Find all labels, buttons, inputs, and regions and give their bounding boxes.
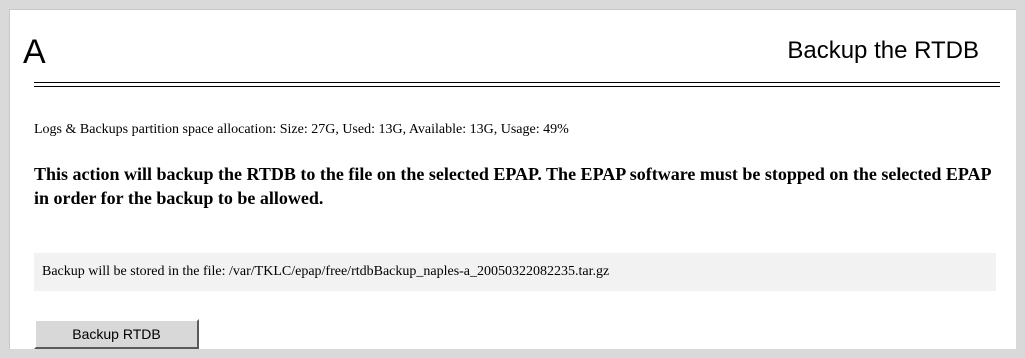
partition-space-info: Logs & Backups partition space allocatio… xyxy=(34,122,569,137)
backup-file-path: Backup will be stored in the file: /var/… xyxy=(42,264,610,279)
backup-rtdb-button[interactable]: Backup RTDB xyxy=(34,319,199,349)
page-title: Backup the RTDB xyxy=(787,37,979,64)
header-divider-bottom xyxy=(34,86,1000,87)
header-divider-top xyxy=(34,82,1000,83)
epap-letter: A xyxy=(23,33,47,71)
page-header: A Backup the RTDB xyxy=(23,34,1000,72)
backup-file-panel: Backup will be stored in the file: /var/… xyxy=(34,253,996,291)
backup-warning: This action will backup the RTDB to the … xyxy=(34,164,991,208)
